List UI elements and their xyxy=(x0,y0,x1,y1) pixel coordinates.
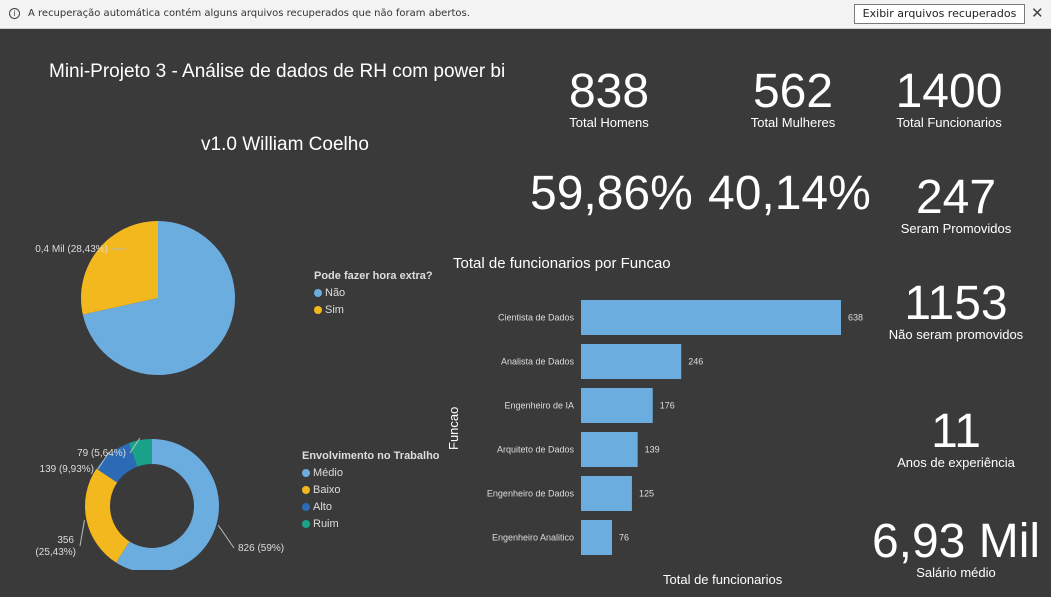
legend-label: Baixo xyxy=(313,484,341,496)
legend-item-baixo[interactable]: Baixo xyxy=(302,484,440,496)
legend-item-sim[interactable]: Sim xyxy=(314,304,433,316)
donut-data-label: 79 (5,64%) xyxy=(77,448,126,459)
card-value: 562 xyxy=(752,65,834,118)
bar-value-label: 76 xyxy=(619,533,629,543)
donut-leader-line xyxy=(79,520,85,547)
card-average-salary[interactable]: 6,93 Mil Salário médio xyxy=(861,516,1051,581)
overtime-legend: Pode fazer hora extra? Não Sim xyxy=(314,270,433,321)
report-canvas: Mini-Projeto 3 - Análise de dados de RH … xyxy=(0,30,1051,597)
card-value: 11 xyxy=(931,405,981,458)
card-label: Total Homens xyxy=(569,115,649,130)
legend-dot xyxy=(302,520,310,528)
bar-chart-xlabel: Total de funcionarios xyxy=(663,572,783,587)
card-not-promoted[interactable]: 1153 Não seram promovidos xyxy=(881,278,1031,343)
donut-data-label: 826 (59%) xyxy=(238,543,284,554)
bar-category-label: Arquiteto de Dados xyxy=(497,445,575,455)
pie-data-label: 0,4 Mil (28,43%) xyxy=(35,244,108,255)
card-label: Anos de experiência xyxy=(897,455,1015,470)
donut-data-label: 356 xyxy=(57,535,74,546)
report-subtitle: v1.0 William Coelho xyxy=(201,134,369,155)
card-label: Total Mulheres xyxy=(750,115,836,130)
card-label: Seram Promovidos xyxy=(900,221,1012,236)
bar-value-label: 125 xyxy=(639,489,654,499)
card-total-women[interactable]: 562 Total Mulheres xyxy=(733,66,853,131)
legend-title: Pode fazer hora extra? xyxy=(314,270,433,282)
bar-chart-title: Total de funcionarios por Funcao xyxy=(453,255,671,272)
bar-category-label: Engenheiro de Dados xyxy=(487,489,575,499)
card-pct-women[interactable]: 40,14% xyxy=(708,167,871,221)
legend-label: Sim xyxy=(325,304,344,316)
bar-value-label: 139 xyxy=(645,445,660,455)
overtime-pie-chart[interactable]: 1 Mil (71,57%)0,4 Mil (28,43%) xyxy=(0,200,300,400)
recovery-notification-bar: i A recuperação automática contém alguns… xyxy=(0,0,1051,29)
card-experience[interactable]: 11 Anos de experiência xyxy=(886,406,1026,471)
bar-value-label: 246 xyxy=(688,357,703,367)
bar-category-label: Analista de Dados xyxy=(501,357,575,367)
bar[interactable] xyxy=(581,520,612,555)
card-value: 1400 xyxy=(895,65,1003,118)
recovery-message: A recuperação automática contém alguns a… xyxy=(28,8,470,19)
bar-category-label: Cientista de Dados xyxy=(498,313,575,323)
bar[interactable] xyxy=(581,432,638,467)
card-label: Total Funcionarios xyxy=(896,115,1002,130)
bar-value-label: 638 xyxy=(848,313,863,323)
legend-dot xyxy=(302,469,310,477)
legend-dot xyxy=(302,503,310,511)
card-label: Não seram promovidos xyxy=(888,327,1024,342)
employees-by-role-bar-chart[interactable]: Cientista de Dados 638 Analista de Dados 24… xyxy=(460,292,880,562)
info-icon: i xyxy=(9,8,20,19)
donut-slice-1[interactable] xyxy=(85,468,130,563)
legend-dot xyxy=(302,486,310,494)
close-icon[interactable]: ✕ xyxy=(1031,5,1044,23)
bar-category-label: Engenheiro Analitico xyxy=(492,533,574,543)
bar-category-label: Engenheiro de IA xyxy=(504,401,574,411)
pie-slice-1[interactable] xyxy=(81,221,158,315)
legend-item-nao[interactable]: Não xyxy=(314,287,433,299)
legend-dot xyxy=(314,306,322,314)
card-value: 6,93 Mil xyxy=(871,515,1041,568)
bar-value-label: 176 xyxy=(660,401,675,411)
bar[interactable] xyxy=(581,388,653,423)
bar-chart-ylabel: Funcao xyxy=(446,406,461,450)
card-promoted[interactable]: 247 Seram Promovidos xyxy=(886,172,1026,237)
card-total-men[interactable]: 838 Total Homens xyxy=(549,66,669,131)
legend-item-medio[interactable]: Médio xyxy=(302,467,440,479)
bar[interactable] xyxy=(581,300,841,335)
legend-label: Não xyxy=(325,287,346,299)
card-total-employees[interactable]: 1400 Total Funcionarios xyxy=(889,66,1009,131)
card-value: 247 xyxy=(915,171,997,224)
show-recovered-files-button[interactable]: Exibir arquivos recuperados xyxy=(854,4,1025,24)
card-pct-men[interactable]: 59,86% xyxy=(530,167,693,221)
bar[interactable] xyxy=(581,344,682,379)
legend-item-alto[interactable]: Alto xyxy=(302,501,440,513)
legend-item-ruim[interactable]: Ruim xyxy=(302,518,440,530)
legend-label: Ruim xyxy=(313,518,339,530)
donut-data-label: 139 (9,93%) xyxy=(40,464,94,475)
card-value: 1153 xyxy=(904,277,1008,330)
engagement-legend: Envolvimento no Trabalho Médio Baixo Alt… xyxy=(302,450,440,535)
bar[interactable] xyxy=(581,476,632,511)
legend-label: Alto xyxy=(313,501,332,513)
legend-title: Envolvimento no Trabalho xyxy=(302,450,440,462)
donut-data-label: (25,43%) xyxy=(35,547,76,558)
legend-dot xyxy=(314,289,322,297)
legend-label: Médio xyxy=(313,467,343,479)
donut-leader-line xyxy=(217,524,235,549)
report-title: Mini-Projeto 3 - Análise de dados de RH … xyxy=(49,61,506,82)
engagement-donut-chart[interactable]: 826 (59%) 356(25,43%) 139 (9,93%) 79 (5,64%… xyxy=(0,410,310,570)
card-value: 838 xyxy=(568,65,650,118)
